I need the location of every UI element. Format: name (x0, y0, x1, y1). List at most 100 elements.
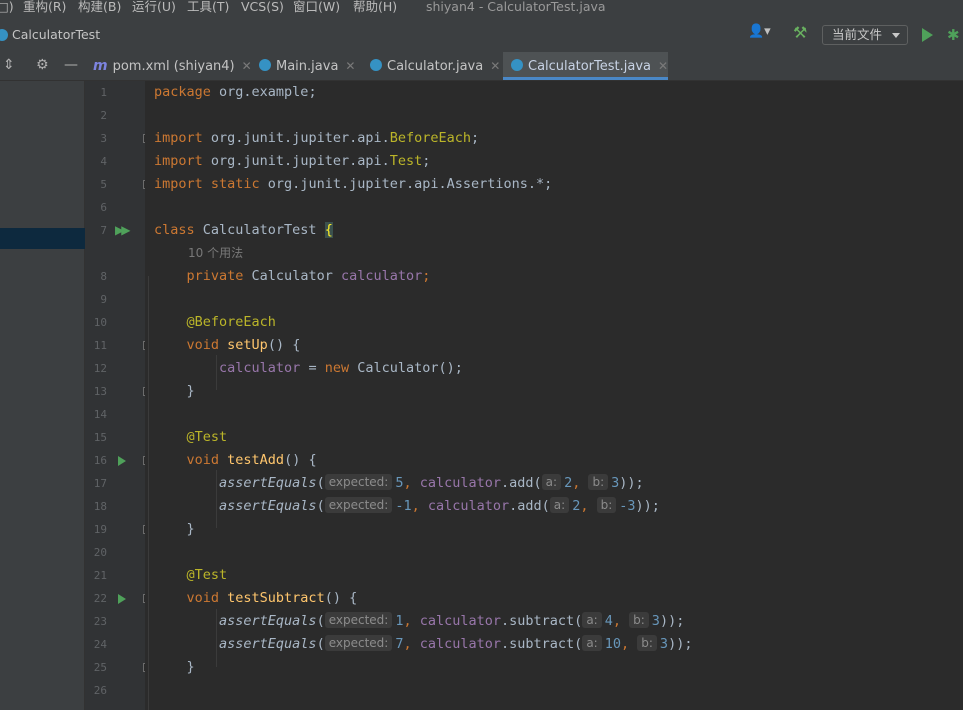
gutter-line: 13 (85, 380, 152, 403)
java-class-icon (0, 29, 8, 41)
gutter-line: 18 (85, 495, 145, 518)
gutter-line: 24 (85, 633, 145, 656)
gutter-line: 6 (85, 196, 145, 219)
build-hammer-icon[interactable]: ⚒ (793, 23, 811, 45)
line-number: 26 (93, 684, 107, 697)
gutter-line: 14 (85, 403, 145, 426)
hide-panel-icon[interactable]: — (64, 57, 78, 73)
gutter-line: 8 (85, 265, 145, 288)
run-icon[interactable] (922, 28, 933, 42)
code-line: import static org.junit.jupiter.api.Asse… (154, 176, 553, 192)
parameter-hint: b: (596, 497, 617, 513)
chevron-down-icon (892, 33, 900, 38)
line-number: 4 (100, 155, 107, 168)
menu-bar: □) 重构(R) 构建(B) 运行(U) 工具(T) VCS(S) 窗口(W) … (0, 0, 963, 20)
code-line: assertEquals(expected: 5, calculator.add(… (219, 474, 644, 491)
collapse-all-icon[interactable]: ⇕ (3, 57, 15, 73)
tab-label: CalculatorTest.java (528, 59, 651, 74)
code-line: @BeforeEach (186, 314, 276, 330)
project-panel-toolbar: ⇕ ⚙ — (0, 52, 85, 80)
code-usages-hint[interactable]: 10 个用法 (188, 242, 243, 265)
close-icon[interactable]: ✕ (345, 59, 355, 73)
parameter-hint: b: (637, 635, 657, 651)
line-number: 21 (93, 569, 107, 582)
code-line: assertEquals(expected: -1, calculator.add… (219, 497, 660, 514)
tab-pom-xml[interactable]: m pom.xml (shiyan4) ✕ (93, 52, 252, 80)
line-number: 10 (93, 316, 107, 329)
line-number: 23 (93, 615, 107, 628)
code-line: void setUp() { (186, 337, 301, 353)
line-number: 13 (93, 385, 107, 398)
line-number: 6 (100, 201, 107, 214)
code-line: } (186, 659, 195, 675)
menu-item-view[interactable]: □) (0, 0, 14, 14)
maven-icon: m (93, 58, 108, 74)
menu-item-tools[interactable]: 工具(T) (187, 0, 229, 14)
line-number: 7 (100, 224, 107, 237)
debug-bug-icon[interactable]: ✱ (947, 26, 963, 44)
breadcrumb[interactable]: CalculatorTest (0, 27, 100, 42)
gutter-line: 20 (85, 541, 145, 564)
line-number: 5 (100, 178, 107, 191)
code-editor[interactable]: package org.example; import org.junit.ju… (145, 81, 963, 710)
tab-calculator-java[interactable]: Calculator.java ✕ (370, 52, 500, 80)
parameter-hint: expected: (324, 497, 393, 513)
gutter-line: 11 (85, 334, 152, 357)
code-line: @Test (186, 567, 228, 583)
line-number: 18 (93, 500, 107, 513)
line-number: 24 (93, 638, 107, 651)
parameter-hint: expected: (324, 612, 393, 628)
line-number: 14 (93, 408, 107, 421)
close-icon[interactable]: ✕ (242, 59, 252, 73)
menu-item-run[interactable]: 运行(U) (132, 0, 176, 14)
code-line: assertEquals(expected: 1, calculator.subt… (219, 612, 685, 629)
editor-tab-bar: ⇕ ⚙ — m pom.xml (shiyan4) ✕ Main.java ✕ Cal… (0, 52, 963, 81)
menu-item-help[interactable]: 帮助(H) (353, 0, 397, 14)
project-panel[interactable] (0, 81, 85, 710)
tab-main-java[interactable]: Main.java ✕ (259, 52, 361, 80)
tab-calculatortest-java[interactable]: CalculatorTest.java ✕ (503, 52, 668, 80)
line-number: 25 (93, 661, 107, 674)
run-class-icon[interactable]: ▶▶ (115, 223, 131, 237)
breadcrumb-class-name: CalculatorTest (12, 27, 101, 42)
menu-item-window[interactable]: 窗口(W) (293, 0, 340, 14)
parameter-hint: a: (549, 497, 570, 513)
parameter-hint: a: (582, 635, 602, 651)
line-number: 22 (93, 592, 107, 605)
gutter-line: 4 (85, 150, 145, 173)
navigation-bar: CalculatorTest (0, 20, 963, 53)
parameter-hint: a: (582, 612, 602, 628)
java-class-icon (259, 59, 271, 71)
run-configuration-select[interactable]: 当前文件 (822, 25, 908, 45)
code-line: package org.example; (154, 84, 317, 100)
close-icon[interactable]: ✕ (490, 59, 500, 73)
code-line: class CalculatorTest { (154, 222, 333, 238)
menu-item-build[interactable]: 构建(B) (78, 0, 121, 14)
code-line: import org.junit.jupiter.api.BeforeEach; (154, 130, 480, 146)
gutter-line: 2 (85, 104, 145, 127)
gear-icon[interactable]: ⚙ (36, 57, 49, 73)
project-tree-selected-row[interactable] (0, 228, 85, 249)
line-number: 19 (93, 523, 107, 536)
menu-item-vcs[interactable]: VCS(S) (241, 0, 284, 14)
parameter-hint: a: (541, 474, 562, 490)
parameter-hint: expected: (324, 635, 393, 651)
code-line: assertEquals(expected: 7, calculator.subt… (219, 635, 693, 652)
code-line: void testSubtract() { (186, 590, 358, 606)
run-test-icon[interactable] (118, 456, 126, 466)
java-class-icon (370, 59, 382, 71)
editor-gutter[interactable]: 1 2 3 4 5 6 7 ▶▶ 8 9 10 11 12 13 14 15 16… (85, 81, 152, 710)
code-line: @Test (186, 429, 228, 445)
line-number: 16 (93, 454, 107, 467)
code-line: calculator = new Calculator(); (219, 360, 463, 376)
gutter-line: 17 (85, 472, 145, 495)
tab-label: Calculator.java (387, 59, 484, 74)
run-test-icon[interactable] (118, 594, 126, 604)
gutter-line: 1 (85, 81, 145, 104)
user-account-icon[interactable]: 👤▾ (748, 24, 771, 39)
gutter-line: 22 (85, 587, 152, 610)
gutter-line: 5 (85, 173, 152, 196)
code-line: void testAdd() { (186, 452, 317, 468)
menu-item-refactor[interactable]: 重构(R) (23, 0, 66, 14)
close-icon[interactable]: ✕ (658, 59, 668, 73)
